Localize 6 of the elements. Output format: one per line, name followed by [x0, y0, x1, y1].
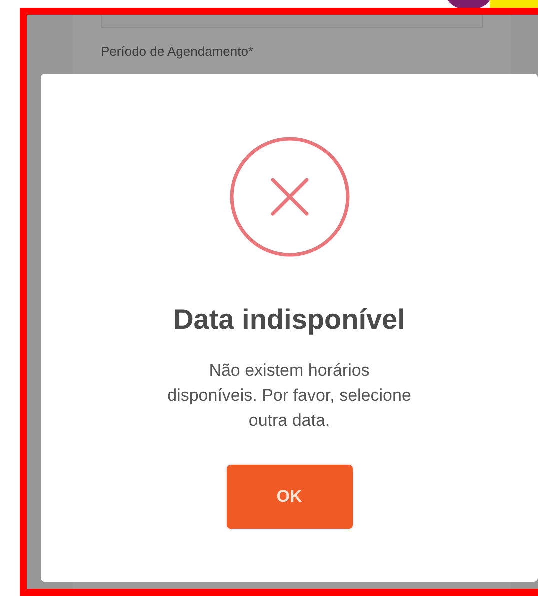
- input-field[interactable]: [101, 15, 483, 28]
- field-label: Período de Agendamento*: [101, 44, 255, 59]
- dialog-title: Data indisponível: [174, 304, 406, 336]
- ok-button[interactable]: OK: [226, 465, 352, 529]
- dialog-message: Não existem horários disponíveis. Por favor, selecione outra data.: [166, 360, 412, 432]
- error-icon: [228, 136, 350, 258]
